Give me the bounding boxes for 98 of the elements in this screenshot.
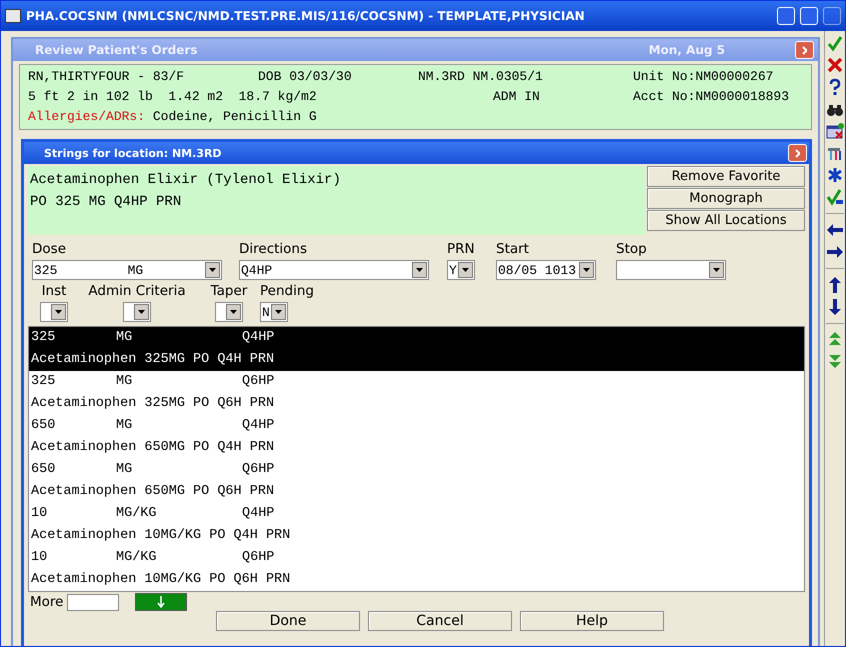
review-date: Mon, Aug 5	[648, 43, 725, 57]
caret-icon	[713, 268, 720, 272]
caret-icon	[416, 268, 423, 272]
string-item[interactable]: 10 MG/KG Q6HP Acetaminophen 10MG/KG PO Q6H PRN	[29, 547, 804, 591]
field-label: PRN	[447, 241, 476, 257]
allergies-label: Allergies/ADRs:	[28, 109, 146, 124]
dialog-button[interactable]: Cancel	[368, 611, 512, 631]
more-button[interactable]	[135, 593, 188, 611]
dropdown-field[interactable]: Y	[447, 260, 475, 280]
allergies-value: Codeine, Penicillin G	[152, 109, 317, 124]
admission-status: ADM IN	[492, 88, 541, 106]
field-label: Taper	[210, 283, 248, 299]
window-title: PHA.COCSNM (NMLCSNC/NMD.TEST.PRE.MIS/116/COCSNM) - TEMPLATE,PHYSICIAN	[26, 9, 586, 23]
caret-icon	[230, 310, 237, 314]
field-label: Directions	[239, 241, 308, 257]
dose-text: 325	[31, 329, 56, 347]
right-arrow-icon[interactable]	[826, 243, 844, 261]
caret-icon	[209, 268, 216, 272]
dropdown-value: 08/05 1013	[498, 262, 578, 278]
close-button[interactable]	[788, 144, 807, 162]
caret-icon	[275, 310, 282, 314]
patient-location: NM.3RD NM.0305/1	[418, 68, 544, 86]
string-item[interactable]: 325 MG Q6HP Acetaminophen 325MG PO Q6H PRN	[29, 371, 804, 415]
down-arrow-icon	[157, 596, 166, 608]
asterisk-icon[interactable]	[826, 166, 844, 184]
dropdown-field[interactable]	[215, 302, 243, 322]
more-label: More	[30, 594, 64, 610]
close-button[interactable]	[795, 41, 814, 59]
check-icon[interactable]	[826, 34, 844, 52]
directions-text: Q4HP	[242, 329, 276, 347]
caret-icon	[583, 268, 590, 272]
dose-text: 325	[31, 373, 56, 391]
unit-text: MG	[116, 329, 134, 347]
directions-text: Q6HP	[242, 461, 276, 479]
directions-text: Q4HP	[242, 505, 276, 523]
directions-text: Q6HP	[242, 373, 276, 391]
unit-number: Unit No:NM00000267	[633, 68, 774, 86]
unit-text: MG	[116, 417, 134, 435]
calendar-icon[interactable]	[826, 122, 844, 140]
review-title: Review Patient's Orders	[35, 43, 198, 57]
description-text: Acetaminophen 325MG PO Q6H PRN	[31, 396, 274, 411]
field-label: Start	[496, 241, 530, 257]
app-icon	[5, 9, 21, 23]
patient-measures: 5 ft 2 in 102 lb 1.42 m2 18.7 kg/m2	[28, 88, 318, 106]
field-label: Admin Criteria	[88, 283, 186, 299]
field-label: Pending	[260, 283, 314, 299]
string-item[interactable]: 325 MG Q4HP Acetaminophen 325MG PO Q4H PRN	[29, 327, 804, 371]
maximize-button[interactable]	[800, 7, 818, 25]
dropdown-field[interactable]: 08/05 1013	[496, 260, 596, 280]
dialog-button[interactable]: Help	[520, 611, 664, 631]
dropdown-field[interactable]: Q4HP	[239, 260, 429, 280]
patient-name: RN,THIRTYFOUR - 83/F	[28, 68, 186, 86]
dropdown-field[interactable]: N	[260, 302, 288, 322]
dose-text: 650	[31, 417, 56, 435]
field-label: Inst	[42, 283, 66, 299]
close-button[interactable]	[823, 7, 841, 25]
patient-dob: DOB 03/03/30	[258, 68, 353, 86]
directions-text: Q4HP	[242, 417, 276, 435]
side-button[interactable]: Remove Favorite	[647, 166, 805, 187]
dialog-title: Strings for location: NM.3RD	[44, 146, 223, 160]
dropdown-field[interactable]: 325 MG	[32, 260, 222, 280]
dose-text: 10	[31, 549, 48, 567]
dropdown-value: Y	[449, 262, 458, 278]
field-label: Stop	[616, 241, 648, 257]
unit-text: MG	[116, 461, 134, 479]
string-item[interactable]: 10 MG/KG Q4HP Acetaminophen 10MG/KG PO Q4H PRN	[29, 503, 804, 547]
dropdown-field[interactable]	[616, 260, 726, 280]
side-button[interactable]: Show All Locations	[647, 210, 805, 231]
string-item[interactable]: 650 MG Q6HP Acetaminophen 650MG PO Q6H PRN	[29, 459, 804, 503]
minimize-button[interactable]	[777, 7, 795, 25]
drug-line: Acetaminophen Elixir (Tylenol Elixir)	[30, 171, 342, 190]
drug-line: PO 325 MG Q4HP PRN	[30, 193, 182, 212]
unit-text: MG/KG	[116, 549, 158, 567]
dropdown-field[interactable]	[40, 302, 68, 322]
caret-icon	[138, 310, 145, 314]
string-item[interactable]: 650 MG Q4HP Acetaminophen 650MG PO Q4H PRN	[29, 415, 804, 459]
dose-text: 10	[31, 505, 48, 523]
dose-text: 650	[31, 461, 56, 479]
unit-text: MG/KG	[116, 505, 158, 523]
dropdown-field[interactable]	[123, 302, 151, 322]
dropdown-value: Q4HP	[241, 262, 274, 278]
description-text: Acetaminophen 325MG PO Q4H PRN	[31, 352, 274, 367]
side-button[interactable]: Monograph	[647, 188, 805, 209]
caret-icon	[462, 268, 469, 272]
account-number: Acct No:NM0000018893	[633, 88, 790, 106]
field-label: Dose	[32, 241, 67, 257]
directions-text: Q6HP	[242, 549, 276, 567]
check-all-icon[interactable]	[826, 188, 844, 206]
description-text: Acetaminophen 650MG PO Q4H PRN	[31, 440, 274, 455]
dialog-button[interactable]: Done	[216, 611, 360, 631]
more-field[interactable]	[67, 594, 120, 610]
dropdown-value: 325 MG	[34, 262, 144, 278]
description-text: Acetaminophen 650MG PO Q6H PRN	[31, 484, 274, 499]
description-text: Acetaminophen 10MG/KG PO Q6H PRN	[31, 572, 290, 587]
description-text: Acetaminophen 10MG/KG PO Q4H PRN	[31, 528, 290, 543]
dropdown-value: N	[262, 304, 271, 320]
caret-icon	[55, 310, 62, 314]
unit-text: MG	[116, 373, 134, 391]
